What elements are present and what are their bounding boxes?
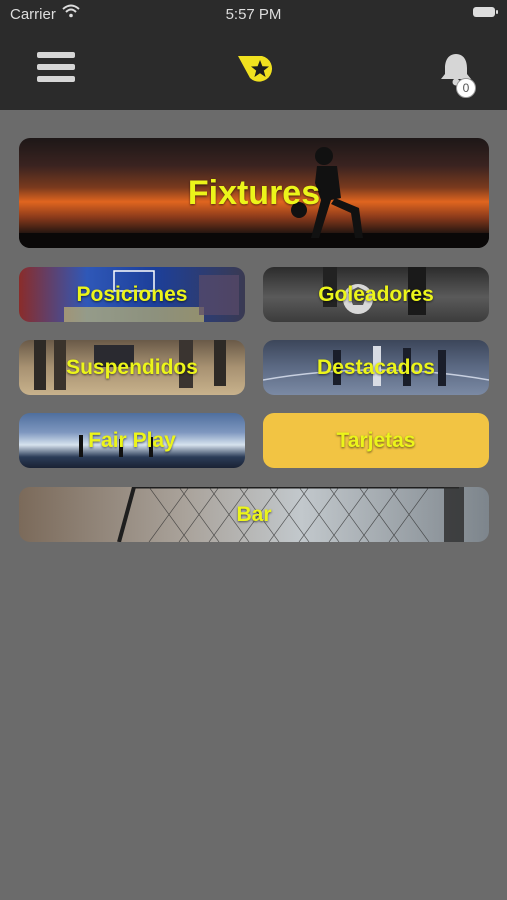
suspendidos-label: Suspendidos (66, 355, 198, 379)
nav-bar: 0 (0, 30, 507, 110)
goleadores-label: Goleadores (318, 282, 434, 306)
destacados-tile[interactable]: Destacados (263, 340, 489, 395)
status-bar: Carrier 5:57 PM (0, 0, 507, 30)
suspendidos-tile[interactable]: Suspendidos (19, 340, 245, 395)
star-logo-icon (236, 52, 276, 84)
fair-play-label: Fair Play (88, 428, 176, 452)
menu-icon[interactable] (37, 52, 75, 86)
battery-icon (473, 7, 498, 17)
fair-play-tile[interactable]: Fair Play (19, 413, 245, 468)
goleadores-tile[interactable]: Goleadores (263, 267, 489, 322)
destacados-label: Destacados (317, 355, 435, 379)
bar-tile[interactable]: Bar (19, 487, 489, 542)
fixtures-label: Fixtures (187, 173, 321, 212)
posiciones-tile[interactable]: Posiciones (19, 267, 245, 322)
posiciones-label: Posiciones (76, 282, 188, 306)
bar-label: Bar (236, 502, 272, 526)
tarjetas-tile[interactable]: Tarjetas (263, 413, 489, 468)
tarjetas-label: Tarjetas (336, 428, 416, 452)
status-time: 5:57 PM (225, 6, 282, 23)
notification-badge: 0 (456, 78, 476, 98)
fixtures-tile[interactable]: Fixtures (19, 138, 489, 248)
